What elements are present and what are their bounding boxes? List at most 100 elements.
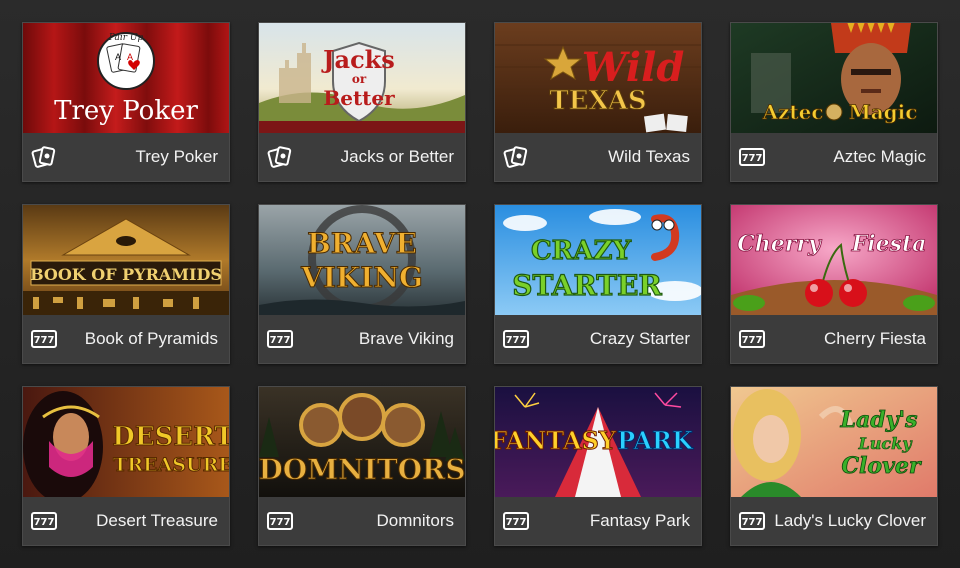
- wild-texas-artwork: Wild TEXAS: [495, 23, 701, 133]
- game-card-wild-texas[interactable]: Wild TEXAS Wild Texas: [494, 22, 702, 182]
- game-card-ladys-lucky-clover[interactable]: Lady's Lucky Clover 777 Lady's Lucky Clo…: [730, 386, 938, 546]
- game-label-bar: 777 Cherry Fiesta: [731, 315, 937, 363]
- logo-word-3: Clover: [842, 453, 922, 479]
- game-card-book-of-pyramids[interactable]: BOOK OF PYRAMIDS 777 Book of Pyramids: [22, 204, 230, 364]
- svg-text:777: 777: [742, 153, 763, 164]
- logo-word-2: STARTER: [512, 269, 662, 302]
- slot-machine-icon: 777: [739, 510, 765, 532]
- game-label-bar: Trey Poker: [23, 133, 229, 181]
- svg-text:777: 777: [34, 335, 55, 346]
- game-thumbnail[interactable]: DOMNITORS: [259, 387, 465, 497]
- jacks-or-better-artwork: Jacks or Better: [259, 23, 465, 133]
- logo-word-1: DESERT: [112, 422, 229, 452]
- game-card-aztec-magic[interactable]: Aztec Magic 777 Aztec Magic: [730, 22, 938, 182]
- game-label-bar: 777 Book of Pyramids: [23, 315, 229, 363]
- svg-text:777: 777: [34, 517, 55, 528]
- game-thumbnail[interactable]: CRAZY STARTER: [495, 205, 701, 315]
- logo-word-2: Fiesta: [851, 231, 927, 257]
- game-name: Fantasy Park: [589, 511, 690, 530]
- slot-machine-icon: 777: [503, 510, 529, 532]
- game-name: Wild Texas: [608, 147, 690, 166]
- game-thumbnail[interactable]: Aztec Magic: [731, 23, 937, 133]
- game-thumbnail[interactable]: BRAVE VIKING: [259, 205, 465, 315]
- game-label-bar: 777 Domnitors: [259, 497, 465, 545]
- logo-word-1: CRAZY: [531, 236, 631, 266]
- cards-icon: [267, 146, 293, 168]
- game-label-bar: 777 Aztec Magic: [731, 133, 937, 181]
- game-card-domnitors[interactable]: DOMNITORS 777 Domnitors: [258, 386, 466, 546]
- logo-word-1: Wild: [582, 44, 685, 91]
- game-name: Jacks or Better: [340, 147, 454, 166]
- game-thumbnail[interactable]: Lady's Lucky Clover: [731, 387, 937, 497]
- game-name: Trey Poker: [135, 147, 218, 166]
- logo-title: BOOK OF PYRAMIDS: [30, 265, 222, 284]
- game-name: Domnitors: [376, 511, 454, 530]
- game-name: Crazy Starter: [589, 329, 690, 348]
- game-thumbnail[interactable]: Cherry Fiesta: [731, 205, 937, 315]
- cherry-fiesta-artwork: Cherry Fiesta: [731, 205, 937, 315]
- game-name: Cherry Fiesta: [823, 329, 926, 348]
- logo-word-2: TEXAS: [549, 86, 646, 116]
- game-thumbnail[interactable]: Wild TEXAS: [495, 23, 701, 133]
- slot-machine-icon: 777: [739, 328, 765, 350]
- logo-word-2: Lucky: [857, 434, 913, 453]
- game-label-bar: 777 Crazy Starter: [495, 315, 701, 363]
- game-label-bar: 777 Lady's Lucky Clover: [731, 497, 937, 545]
- game-thumbnail[interactable]: A A Pair Up Trey Poker: [23, 23, 229, 133]
- game-name: Desert Treasure: [96, 511, 218, 530]
- logo-title: DOMNITORS: [259, 453, 465, 486]
- game-card-fantasy-park[interactable]: FANTASY PARK 777 Fantasy Park: [494, 386, 702, 546]
- cards-icon: [31, 146, 57, 168]
- svg-text:777: 777: [506, 517, 527, 528]
- logo-word-1: Jacks: [321, 45, 395, 74]
- game-name: Aztec Magic: [833, 147, 926, 166]
- game-label-bar: 777 Fantasy Park: [495, 497, 701, 545]
- cards-icon: [503, 146, 529, 168]
- logo-word-1: BRAVE: [307, 227, 417, 260]
- game-card-cherry-fiesta[interactable]: Cherry Fiesta 777 Cherry Fiesta: [730, 204, 938, 364]
- game-thumbnail[interactable]: DESERT TREASURE: [23, 387, 229, 497]
- slot-machine-icon: 777: [739, 146, 765, 168]
- slot-machine-icon: 777: [503, 328, 529, 350]
- game-thumbnail[interactable]: BOOK OF PYRAMIDS: [23, 205, 229, 315]
- svg-text:777: 777: [742, 517, 763, 528]
- aztec-magic-artwork: Aztec Magic: [731, 23, 937, 133]
- logo-word-2: VIKING: [300, 261, 423, 294]
- game-thumbnail[interactable]: FANTASY PARK: [495, 387, 701, 497]
- slot-machine-icon: 777: [31, 328, 57, 350]
- svg-text:777: 777: [270, 335, 291, 346]
- desert-treasure-artwork: DESERT TREASURE: [23, 387, 229, 497]
- logo-word-2: TREASURE: [113, 454, 229, 476]
- game-label-bar: Jacks or Better: [259, 133, 465, 181]
- slot-machine-icon: 777: [267, 510, 293, 532]
- domnitors-artwork: DOMNITORS: [259, 387, 465, 497]
- brave-viking-artwork: BRAVE VIKING: [259, 205, 465, 315]
- game-name: Lady's Lucky Clover: [774, 511, 926, 530]
- logo-word-1: Aztec: [761, 100, 823, 124]
- game-name: Brave Viking: [358, 329, 454, 348]
- svg-text:A: A: [115, 52, 121, 62]
- game-name: Book of Pyramids: [84, 329, 218, 348]
- game-card-brave-viking[interactable]: BRAVE VIKING 777 Brave Viking: [258, 204, 466, 364]
- pair-up-badge: Pair Up: [108, 33, 144, 43]
- game-thumbnail[interactable]: Jacks or Better: [259, 23, 465, 133]
- svg-text:777: 777: [506, 335, 527, 346]
- game-card-jacks-or-better[interactable]: Jacks or Better Jacks or Better: [258, 22, 466, 182]
- game-label-bar: 777 Brave Viking: [259, 315, 465, 363]
- game-label-bar: 777 Desert Treasure: [23, 497, 229, 545]
- logo-word-2: or: [352, 72, 367, 86]
- logo-word-1: Cherry: [737, 231, 823, 257]
- game-card-crazy-starter[interactable]: CRAZY STARTER 777 Crazy Starter: [494, 204, 702, 364]
- logo-word-1: FANTASY: [495, 426, 617, 455]
- ladys-lucky-clover-artwork: Lady's Lucky Clover: [731, 387, 937, 497]
- game-card-desert-treasure[interactable]: DESERT TREASURE 777 Desert Treasure: [22, 386, 230, 546]
- trey-poker-artwork: A A Pair Up Trey Poker: [23, 23, 229, 133]
- logo-word-2: PARK: [617, 426, 694, 455]
- game-card-trey-poker[interactable]: A A Pair Up Trey Poker Trey Poker: [22, 22, 230, 182]
- slot-machine-icon: 777: [31, 510, 57, 532]
- logo-word-1: Lady's: [839, 407, 917, 433]
- svg-text:777: 777: [270, 517, 291, 528]
- game-label-bar: Wild Texas: [495, 133, 701, 181]
- logo-word-2: Magic: [849, 100, 918, 124]
- book-of-pyramids-artwork: BOOK OF PYRAMIDS: [23, 205, 229, 315]
